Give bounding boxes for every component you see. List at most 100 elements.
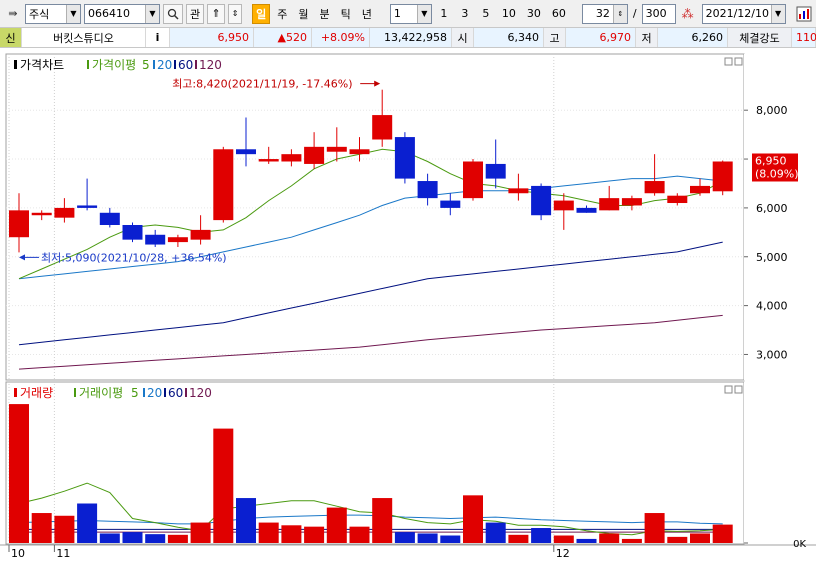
chart-area[interactable]: 8,0007,0006,0005,0004,0003,000100,000K90…	[0, 48, 816, 564]
unit-value: 1	[393, 7, 401, 20]
volume-bar	[667, 536, 688, 543]
low-label: 저	[636, 28, 658, 47]
open-price: 6,340	[474, 28, 544, 47]
volume-bar	[690, 533, 710, 543]
volume-ma20-label: 20	[147, 386, 162, 400]
volume-bar	[31, 513, 52, 543]
candle-body	[304, 146, 325, 164]
chart-icon	[796, 6, 812, 21]
candle-body	[599, 198, 620, 211]
legend-marker	[87, 60, 89, 69]
stock-name: 버킷스튜디오	[22, 28, 146, 47]
quick-count-1[interactable]: 1	[435, 4, 453, 24]
trade-volume: 13,422,958	[370, 28, 452, 47]
period-week-button[interactable]: 주	[273, 4, 291, 24]
minimize-icon[interactable]	[724, 385, 733, 394]
candle-body	[621, 198, 642, 206]
stock-code-input[interactable]: 066410 ▼	[84, 3, 160, 24]
price-ma60-label: 60	[178, 58, 193, 72]
volume-bar	[77, 503, 98, 543]
volume-bar	[417, 533, 438, 543]
price-ma-label: 가격이평	[92, 58, 136, 72]
candle-body	[145, 234, 166, 245]
candle-body	[394, 137, 415, 179]
quick-count-5[interactable]: 5	[477, 4, 495, 24]
market-type-select[interactable]: 주식 ▼	[25, 3, 81, 24]
quick-count-3[interactable]: 3	[456, 4, 474, 24]
volume-bar	[440, 535, 461, 543]
up-down-icon[interactable]: ⇕	[612, 4, 627, 23]
quick-count-30[interactable]: 30	[523, 4, 545, 24]
volume-bar	[576, 538, 597, 543]
quick-count-10[interactable]: 10	[498, 4, 520, 24]
chart-canvas[interactable]: 8,0007,0006,0005,0004,0003,000100,000K90…	[0, 48, 816, 564]
volume-bar	[553, 535, 574, 543]
chevron-down-icon[interactable]: ▼	[66, 4, 80, 23]
price-ma20-label: 20	[157, 58, 172, 72]
price-title: 가격차트	[20, 58, 64, 72]
chevron-down-icon[interactable]: ▼	[770, 4, 785, 23]
x-tick-label: 10	[11, 547, 25, 560]
candle-body	[349, 149, 370, 155]
volume-title: 거래량	[20, 386, 53, 400]
candle-body	[9, 210, 29, 238]
period-day-button[interactable]: 일	[252, 3, 271, 24]
change-percent: +8.09%	[312, 28, 370, 47]
volume-axis-bg	[744, 382, 816, 544]
quote-bar: 신 버킷스튜디오 i 6,950 ▲520 +8.09% 13,422,958 …	[0, 28, 816, 48]
up-down-icon: ⇕	[231, 9, 239, 18]
open-label: 시	[452, 28, 474, 47]
candle-body	[553, 200, 574, 211]
candle-body	[712, 161, 733, 192]
period-year-button[interactable]: 년	[358, 4, 376, 24]
x-tick-label: 11	[56, 547, 70, 560]
shift-button[interactable]: ⇑	[207, 3, 226, 24]
volume-bar	[167, 534, 188, 543]
close-icon[interactable]	[734, 385, 743, 394]
volume-bar	[599, 533, 620, 543]
legend-marker	[185, 388, 187, 397]
double-chevron-up-icon: ⇑	[211, 7, 221, 20]
candle-body	[531, 185, 552, 216]
legend-marker	[153, 60, 155, 69]
display-count-stepper[interactable]: 32 ⇕	[581, 3, 628, 24]
chevron-down-icon[interactable]: ▼	[145, 4, 159, 23]
volume-bar	[145, 534, 166, 543]
count-separator: /	[632, 7, 637, 20]
volume-legend: 거래량 거래이평 5 20 60 120	[14, 386, 212, 400]
candle-body	[485, 163, 506, 179]
candle-body	[54, 207, 75, 218]
date-select[interactable]: 2021/12/10 ▼	[701, 3, 786, 24]
candle-body	[281, 154, 302, 162]
volume-bar	[236, 498, 256, 543]
minimize-icon[interactable]	[724, 57, 733, 66]
candle-body	[167, 237, 188, 243]
watchlist-button[interactable]: 관	[186, 3, 205, 24]
volume-bar	[304, 526, 325, 543]
candle-body	[31, 212, 52, 216]
close-icon[interactable]	[734, 57, 743, 66]
total-count-input[interactable]: 300	[641, 3, 676, 24]
volume-ma60-label: 60	[168, 386, 183, 400]
period-tick-button[interactable]: 틱	[337, 4, 355, 24]
volume-bar	[394, 532, 415, 543]
volume-tick-label: 0K	[793, 539, 806, 550]
legend-marker	[195, 60, 197, 69]
candle-body	[667, 195, 688, 204]
period-minute-button[interactable]: 분	[316, 4, 334, 24]
price-tick-label: 8,000	[756, 104, 788, 117]
quick-count-60[interactable]: 60	[548, 4, 570, 24]
volume-bar	[463, 495, 483, 543]
chevron-down-icon[interactable]: ▼	[416, 4, 431, 23]
info-button[interactable]: i	[146, 28, 170, 47]
search-button[interactable]	[163, 3, 183, 24]
scroll-stepper[interactable]: ⇕	[228, 3, 243, 24]
link-icon[interactable]: ⇛	[4, 5, 22, 23]
grid-settings-icon[interactable]: ⁂	[679, 5, 697, 23]
chart-window-icon[interactable]	[795, 5, 813, 23]
volume-ma-label: 거래이평	[79, 386, 123, 400]
volume-bar	[349, 526, 370, 543]
volume-bar	[372, 498, 393, 543]
unit-select[interactable]: 1 ▼	[389, 3, 432, 24]
period-month-button[interactable]: 월	[294, 4, 312, 24]
